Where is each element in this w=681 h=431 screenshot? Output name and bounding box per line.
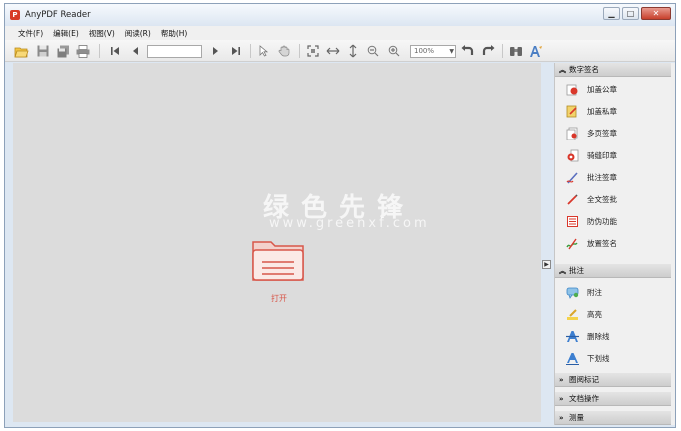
- fit-page-icon[interactable]: [305, 43, 321, 59]
- right-tool-panel: ︽ 数字签名 加盖公章 加盖私章 多页签章 骑缝印章 批注签章 全文签批 防伪功能: [554, 63, 672, 425]
- place-signature-icon: [565, 236, 579, 250]
- app-window: P AnyPDF Reader ▁ □ ✕ 文件(F) 编辑(E) 视图(V) …: [4, 3, 676, 428]
- page-number-input[interactable]: [147, 45, 202, 58]
- menu-edit[interactable]: 编辑(E): [50, 28, 82, 39]
- text-tool-icon[interactable]: [528, 43, 544, 59]
- previous-page-icon[interactable]: [127, 43, 143, 59]
- highlight-icon: [565, 307, 579, 321]
- section-header-digital-signature[interactable]: ︽ 数字签名: [555, 63, 672, 77]
- chevron-right-icon: »: [559, 376, 564, 384]
- panel-item-highlight[interactable]: 高亮: [555, 303, 672, 325]
- rotate-right-icon[interactable]: [480, 43, 496, 59]
- fit-height-icon[interactable]: [345, 43, 361, 59]
- open-file-icon[interactable]: [13, 43, 29, 59]
- note-icon: [565, 285, 579, 299]
- chevron-down-icon: ▼: [449, 48, 454, 55]
- window-title: AnyPDF Reader: [25, 10, 91, 20]
- save-icon[interactable]: [35, 43, 51, 59]
- chevron-up-icon: ︽: [559, 267, 566, 275]
- pen-sign-icon: [565, 192, 579, 206]
- print-icon[interactable]: [75, 43, 91, 59]
- panel-item-anti-fake[interactable]: 防伪功能: [555, 210, 672, 232]
- maximize-button[interactable]: □: [622, 7, 639, 20]
- fit-width-icon[interactable]: [325, 43, 341, 59]
- title-bar: P AnyPDF Reader ▁ □ ✕: [5, 4, 675, 26]
- multi-page-seal-icon: [565, 126, 579, 140]
- open-folder-icon[interactable]: [249, 236, 307, 284]
- chevron-right-icon: »: [559, 395, 564, 403]
- underline-icon: [565, 351, 579, 365]
- app-logo-icon: P: [10, 10, 20, 20]
- window-controls: ▁ □ ✕: [603, 7, 671, 20]
- zoom-value: 100%: [414, 47, 435, 55]
- find-binoculars-icon[interactable]: [508, 43, 524, 59]
- collapse-panel-button[interactable]: ▶: [542, 260, 551, 269]
- zoom-out-icon[interactable]: [365, 43, 381, 59]
- strikethrough-icon: [565, 329, 579, 343]
- toolbar-separator: [99, 44, 100, 58]
- section-header-measure[interactable]: » 测量: [555, 411, 672, 425]
- menu-bar: 文件(F) 编辑(E) 视图(V) 阅读(R) 帮助(H): [5, 26, 675, 40]
- panel-item-note[interactable]: 附注: [555, 281, 672, 303]
- panel-item-annotation-seal[interactable]: 批注签章: [555, 166, 672, 188]
- watermark-url: www.greenxf.com: [269, 216, 430, 231]
- zoom-select[interactable]: 100% ▼: [410, 45, 456, 58]
- last-page-icon[interactable]: [228, 43, 244, 59]
- chevron-right-icon: »: [559, 414, 564, 422]
- toolbar: 100% ▼: [5, 40, 675, 62]
- toolbar-separator: [250, 44, 251, 58]
- stamp-icon: [565, 82, 579, 96]
- menu-view[interactable]: 视图(V): [86, 28, 118, 39]
- private-seal-icon: [565, 104, 579, 118]
- menu-read[interactable]: 阅读(R): [122, 28, 154, 39]
- panel-item-multi-page-seal[interactable]: 多页签章: [555, 122, 672, 144]
- panel-item-seam-seal[interactable]: 骑缝印章: [555, 144, 672, 166]
- close-button[interactable]: ✕: [641, 7, 671, 20]
- save-as-icon[interactable]: [55, 43, 71, 59]
- select-cursor-icon[interactable]: [256, 43, 272, 59]
- menu-help[interactable]: 帮助(H): [158, 28, 191, 39]
- panel-item-full-text-sign[interactable]: 全文签批: [555, 188, 672, 210]
- chevron-up-icon: ︽: [559, 66, 566, 74]
- panel-item-underline[interactable]: 下划线: [555, 347, 672, 369]
- section-header-annotation[interactable]: ︽ 批注: [555, 264, 672, 278]
- section-header-document-ops[interactable]: » 文档操作: [555, 392, 672, 406]
- toolbar-separator: [502, 44, 503, 58]
- panel-item-strikethrough[interactable]: 删除线: [555, 325, 672, 347]
- annotation-seal-icon: [565, 170, 579, 184]
- anti-fake-icon: [565, 214, 579, 228]
- panel-item-place-signature[interactable]: 放置签名: [555, 232, 672, 254]
- open-label[interactable]: 打开: [271, 293, 287, 304]
- rotate-left-icon[interactable]: [460, 43, 476, 59]
- zoom-in-icon[interactable]: [386, 43, 402, 59]
- panel-item-private-seal[interactable]: 加盖私章: [555, 100, 672, 122]
- toolbar-separator: [299, 44, 300, 58]
- next-page-icon[interactable]: [208, 43, 224, 59]
- panel-scrollbar[interactable]: [671, 63, 675, 425]
- menu-file[interactable]: 文件(F): [15, 28, 46, 39]
- panel-item-stamp[interactable]: 加盖公章: [555, 78, 672, 100]
- minimize-button[interactable]: ▁: [603, 7, 620, 20]
- seam-seal-icon: [565, 148, 579, 162]
- first-page-icon[interactable]: [107, 43, 123, 59]
- section-header-circle-marks[interactable]: » 圈阅标记: [555, 373, 672, 387]
- hand-tool-icon[interactable]: [276, 43, 292, 59]
